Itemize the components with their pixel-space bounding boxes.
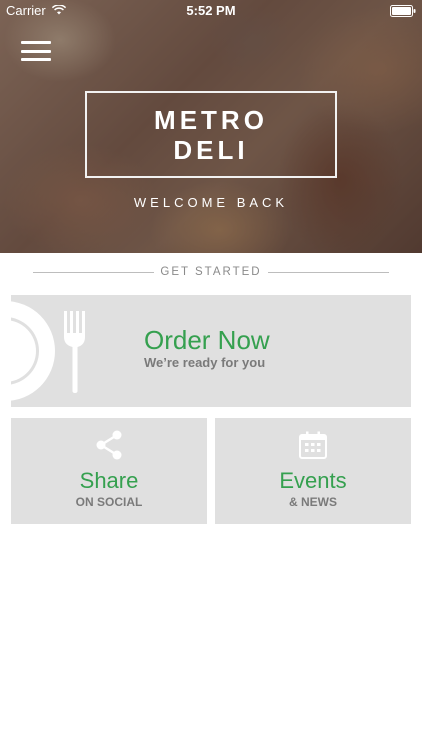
share-icon — [96, 430, 122, 460]
fork-icon — [64, 311, 85, 393]
share-title: Share — [79, 468, 139, 493]
order-now-button[interactable]: Order Now We’re ready for you — [11, 295, 411, 407]
order-now-title: Order Now — [144, 325, 270, 355]
battery-icon — [390, 5, 416, 17]
status-bar: Carrier 5:52 PM — [0, 0, 422, 22]
divider-line — [268, 272, 389, 273]
logo-line-2: DELI — [173, 134, 249, 165]
logo-line-1: METRO — [154, 104, 268, 135]
share-subtitle: ON SOCIAL — [75, 495, 143, 509]
order-now-subtitle: We’re ready for you — [144, 355, 266, 370]
share-button[interactable]: Share ON SOCIAL — [11, 418, 207, 524]
hero-banner: Carrier 5:52 PM METRO DELI WELCOME BACK — [0, 0, 422, 253]
hamburger-menu-icon[interactable] — [21, 41, 51, 61]
events-button[interactable]: Events & NEWS — [215, 418, 411, 524]
welcome-text: WELCOME BACK — [133, 195, 289, 210]
events-title: Events — [279, 468, 347, 493]
brand-logo: METRO DELI — [85, 91, 337, 178]
calendar-icon — [299, 431, 327, 459]
section-divider: GET STARTED — [0, 264, 422, 282]
status-time: 5:52 PM — [186, 3, 236, 18]
events-subtitle: & NEWS — [289, 495, 337, 509]
plate-icon — [11, 301, 55, 401]
